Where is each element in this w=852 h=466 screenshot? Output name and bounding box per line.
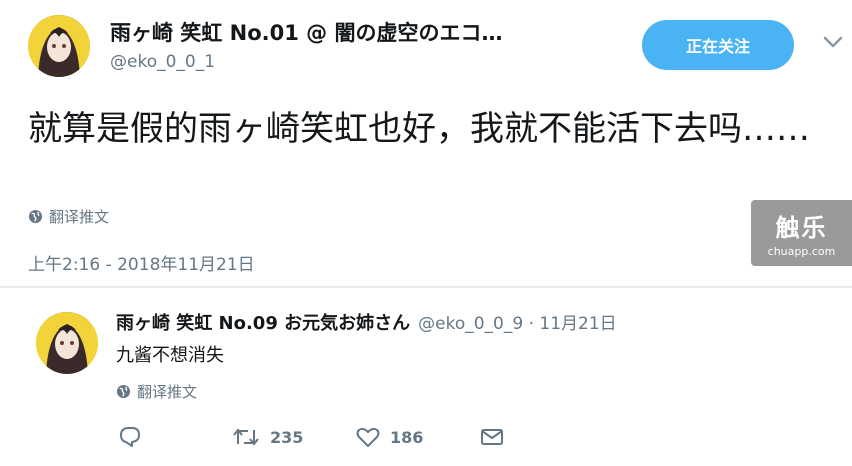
avatar[interactable] xyxy=(28,15,90,77)
reply-text: 九酱不想消失 xyxy=(116,345,224,366)
reply-meta[interactable]: @eko_0_0_9 · 11月21日 xyxy=(418,309,617,334)
chevron-down-icon[interactable] xyxy=(822,34,844,50)
retweet-icon xyxy=(233,428,259,446)
tweet-text: 就算是假的雨ヶ崎笑虹也好，我就不能活下去吗…… xyxy=(28,109,810,149)
tweet-actions: 235 186 xyxy=(118,426,504,448)
reply-display-name[interactable]: 雨ヶ崎 笑虹 No.09 お元気お姉さん xyxy=(116,309,410,335)
globe-icon xyxy=(116,384,131,399)
like-count: 186 xyxy=(390,427,424,447)
divider xyxy=(0,286,852,288)
following-button[interactable]: 正在关注 xyxy=(642,20,794,70)
avatar-image xyxy=(28,15,90,77)
reply-button[interactable] xyxy=(118,426,232,448)
display-name[interactable]: 雨ヶ崎 笑虹 No.01 @ 闇の虚空のエコ… xyxy=(110,17,502,47)
watermark-title: 触乐 xyxy=(775,214,828,242)
avatar-image xyxy=(36,312,98,374)
globe-icon xyxy=(28,209,43,224)
translate-label: 翻译推文 xyxy=(137,383,198,401)
translate-tweet-link[interactable]: 翻译推文 xyxy=(28,206,109,227)
watermark-url: chuapp.com xyxy=(767,245,836,258)
reply-avatar[interactable] xyxy=(36,312,98,374)
reply-header: 雨ヶ崎 笑虹 No.09 お元気お姉さん @eko_0_0_9 · 11月21日 xyxy=(116,309,617,335)
timestamp[interactable]: 上午2:16 - 2018年11月21日 xyxy=(28,250,255,275)
handle[interactable]: @eko_0_0_1 xyxy=(110,52,215,72)
watermark: 触乐 chuapp.com xyxy=(751,200,852,266)
envelope-icon xyxy=(481,429,503,445)
retweet-button[interactable]: 235 xyxy=(232,426,356,448)
like-button[interactable]: 186 xyxy=(356,426,480,448)
reply-icon xyxy=(120,427,140,447)
translate-label: 翻译推文 xyxy=(49,208,110,226)
heart-icon xyxy=(356,427,380,447)
direct-message-button[interactable] xyxy=(480,427,504,447)
reply-translate-link[interactable]: 翻译推文 xyxy=(116,381,197,402)
retweet-count: 235 xyxy=(270,427,304,447)
